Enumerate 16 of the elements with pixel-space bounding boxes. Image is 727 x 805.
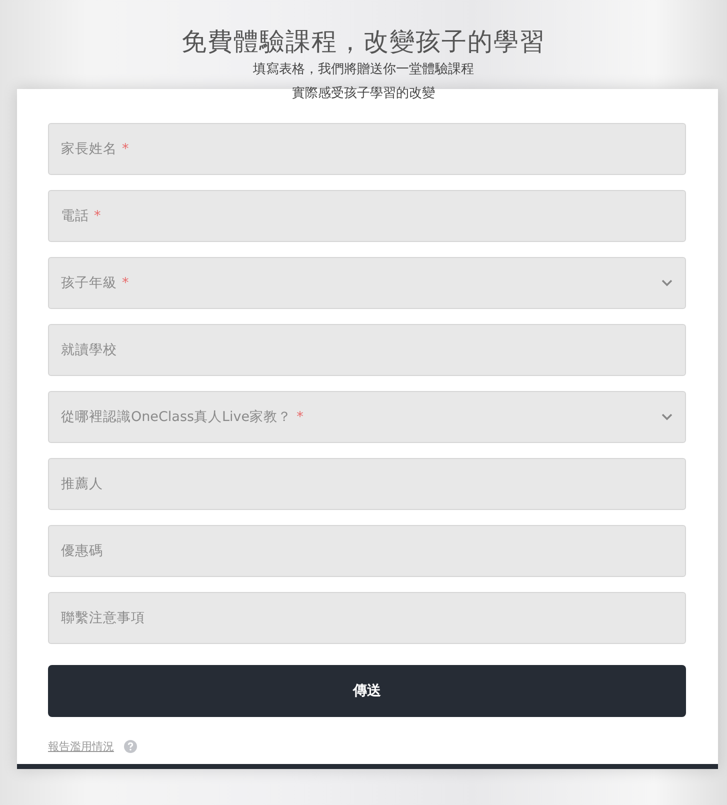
input-field[interactable]: 聯繫注意事項: [48, 592, 686, 644]
chevron-down-icon: [661, 279, 673, 287]
select-field[interactable]: 孩子年級 *: [48, 257, 686, 309]
help-icon[interactable]: [124, 740, 137, 753]
subtitle-line: 實際感受孩子學習的改變: [292, 85, 435, 103]
select-field[interactable]: 從哪裡認識OneClass真人Live家教？ *: [48, 391, 686, 443]
input-field[interactable]: 電話 *: [48, 190, 686, 242]
input-field[interactable]: 優惠碼: [48, 525, 686, 577]
input-field[interactable]: 推薦人: [48, 458, 686, 510]
input-field[interactable]: 就讀學校: [48, 324, 686, 376]
page-title: 免費體驗課程，改變孩子的學習: [182, 26, 546, 58]
submit-button[interactable]: 傳送: [48, 665, 686, 717]
subtitle-line: 填寫表格，我們將贈送你一堂體驗課程: [253, 61, 474, 79]
report-link[interactable]: 報告濫用情況: [48, 739, 114, 754]
input-field[interactable]: 家長姓名 *: [48, 123, 686, 175]
chevron-down-icon: [661, 413, 673, 421]
